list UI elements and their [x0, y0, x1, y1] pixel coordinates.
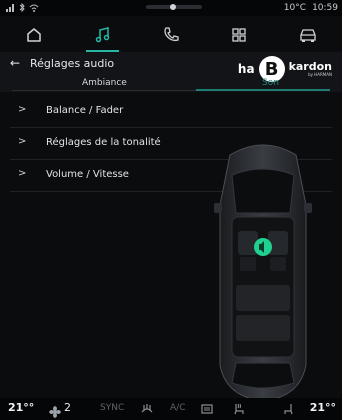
- fan-speed[interactable]: 2: [49, 401, 71, 418]
- main-nav: [0, 18, 342, 52]
- page-header: ← Réglages audio ha B kardon by HARMAN Am…: [0, 52, 342, 92]
- apps-grid-icon: [232, 28, 247, 42]
- harman-kardon-logo: ha B kardon by HARMAN: [238, 56, 332, 82]
- passenger-seat-icon[interactable]: [282, 402, 296, 416]
- car-top-view: [214, 144, 312, 402]
- sync-button[interactable]: SYNC: [100, 403, 124, 413]
- home-icon: [27, 28, 41, 42]
- clock: 10:59: [312, 3, 338, 13]
- wifi-icon: [29, 4, 39, 15]
- phone-icon: [164, 27, 179, 42]
- page-title: Réglages audio: [30, 57, 115, 70]
- back-button[interactable]: ←: [10, 56, 20, 70]
- climate-bar: 21°° 2 SYNC A/C 21°°: [0, 398, 342, 420]
- tab-vehicle[interactable]: [274, 18, 342, 52]
- car-icon: [300, 29, 316, 42]
- status-bar: 10°C 10:59: [0, 0, 342, 16]
- bluetooth-icon: [19, 2, 25, 15]
- chevron-right-icon: >: [18, 136, 27, 147]
- list-item-label: Balance / Fader: [46, 105, 124, 116]
- status-icons: [6, 2, 39, 15]
- tab-son[interactable]: Son: [262, 78, 279, 88]
- windshield-defrost-icon[interactable]: [140, 402, 154, 416]
- signal-icon: [6, 3, 15, 15]
- tab-apps[interactable]: [205, 18, 273, 52]
- volume-indicator: [146, 4, 202, 10]
- chevron-right-icon: >: [18, 168, 27, 179]
- passenger-temperature[interactable]: 21°°: [310, 401, 336, 414]
- list-item-balance-fader[interactable]: > Balance / Fader: [10, 96, 332, 128]
- speaker-position-indicator[interactable]: [254, 238, 272, 256]
- music-icon: [95, 27, 109, 43]
- rear-defrost-icon[interactable]: [200, 402, 214, 416]
- tab-music[interactable]: [68, 18, 136, 52]
- tab-home[interactable]: [0, 18, 68, 52]
- fan-icon: [49, 406, 61, 418]
- outside-temperature: 10°C: [283, 3, 306, 13]
- list-item-label: Volume / Vitesse: [46, 169, 129, 180]
- heated-seat-icon[interactable]: [232, 402, 246, 416]
- chevron-right-icon: >: [18, 104, 27, 115]
- ac-button[interactable]: A/C: [170, 403, 185, 413]
- driver-temperature[interactable]: 21°°: [8, 401, 34, 414]
- tab-phone[interactable]: [137, 18, 205, 52]
- tab-ambiance[interactable]: Ambiance: [82, 78, 127, 88]
- list-item-label: Réglages de la tonalité: [46, 137, 161, 148]
- subtab-active-indicator: [196, 89, 330, 91]
